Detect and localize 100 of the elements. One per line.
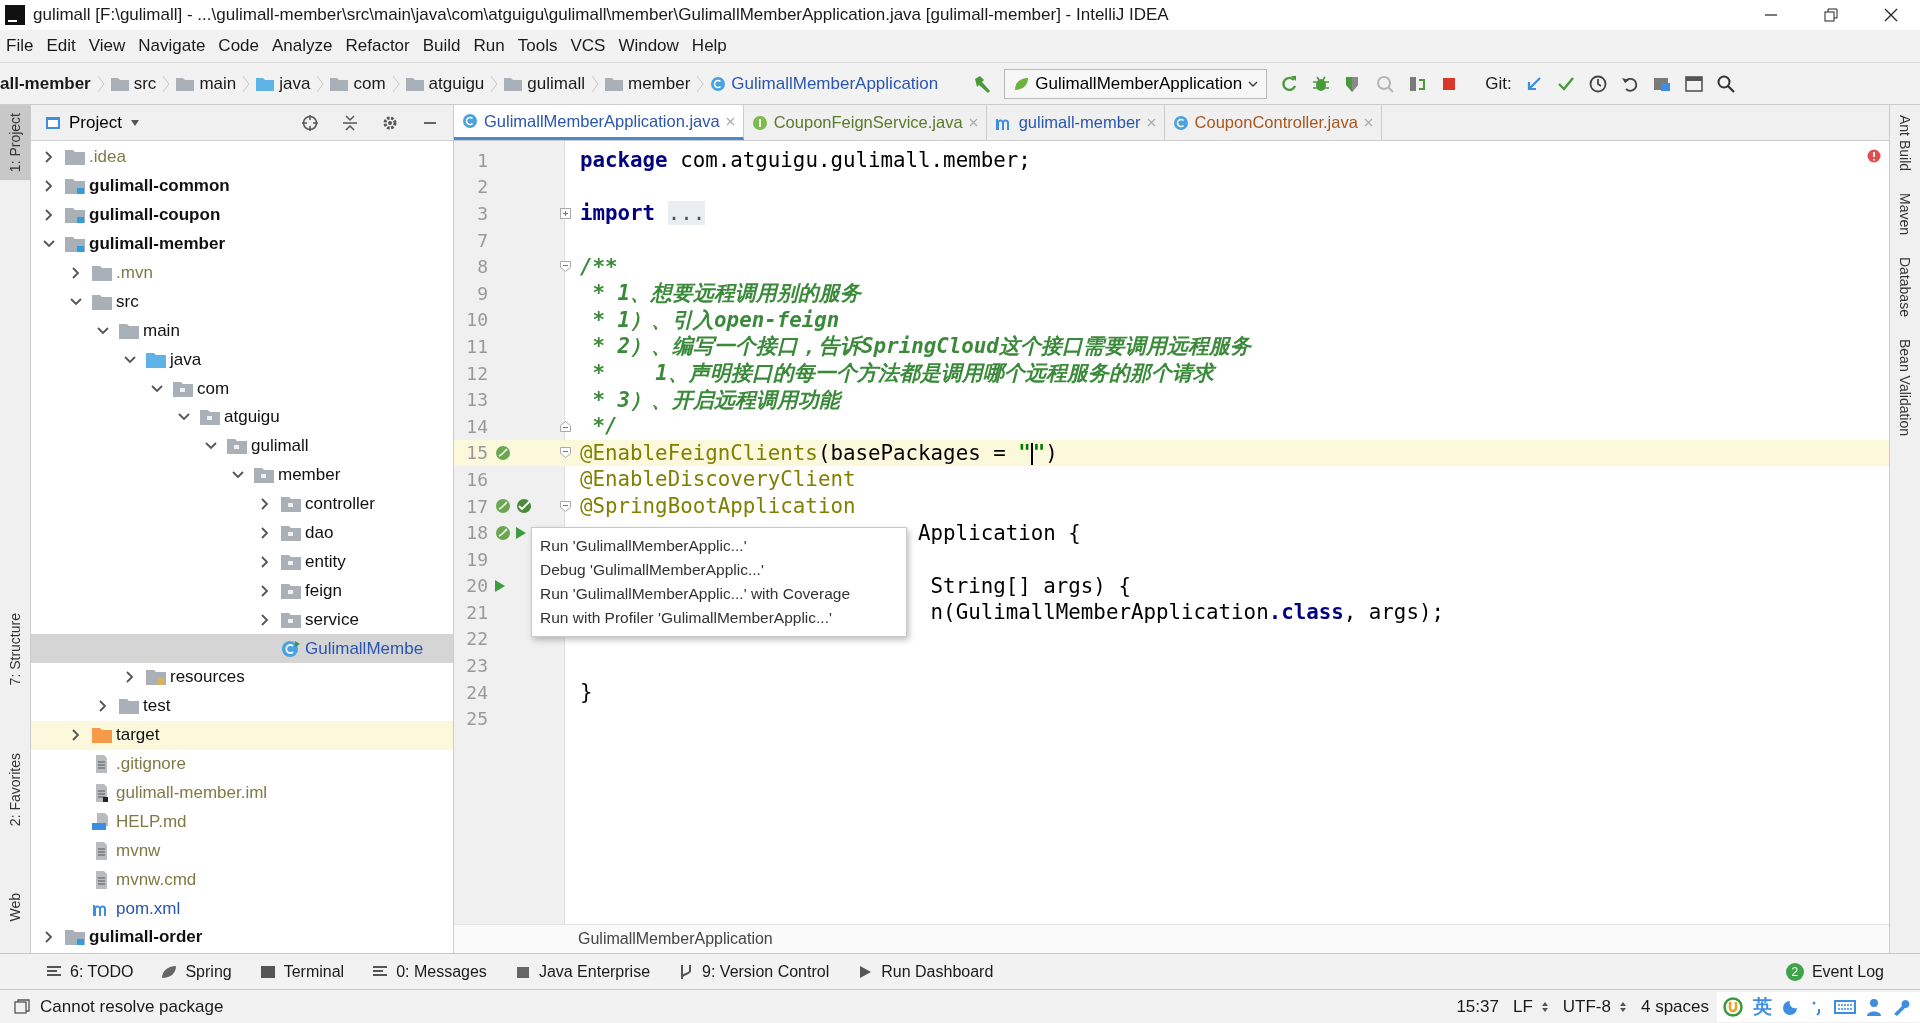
tool-window-button[interactable]: Maven xyxy=(1897,193,1913,236)
tree-item[interactable]: .mvn xyxy=(31,258,453,288)
run-configuration-dropdown[interactable]: GulimallMemberApplication xyxy=(1004,68,1268,99)
editor-tab[interactable]: gulimall-member xyxy=(986,105,1165,140)
restore-icon[interactable] xyxy=(1824,8,1838,22)
tool-window-button[interactable]: Terminal xyxy=(259,962,345,981)
tree-item[interactable]: member xyxy=(31,460,453,490)
tool-window-button[interactable]: Web xyxy=(0,885,30,930)
line-separator-selector[interactable]: LF xyxy=(1512,996,1533,1017)
tool-window-button[interactable]: 2: Favorites xyxy=(0,745,30,835)
tree-item[interactable]: entity xyxy=(31,547,453,577)
editor-tab[interactable]: GulimallMemberApplication.java xyxy=(454,105,744,140)
editor-breadcrumb[interactable]: GulimallMemberApplication xyxy=(578,930,773,948)
menu-item[interactable]: Refactor xyxy=(345,36,410,56)
menu-item[interactable]: Run 'GulimallMemberApplic...' xyxy=(540,534,906,558)
tree-item[interactable]: service xyxy=(31,605,453,635)
tree-item[interactable]: .idea xyxy=(31,143,453,172)
tree-item[interactable]: gulimall-order xyxy=(31,923,453,952)
breadcrumb-item[interactable]: src xyxy=(110,73,157,94)
menu-item[interactable]: Tools xyxy=(517,36,558,56)
fold-collapse-icon[interactable] xyxy=(559,261,571,273)
tool-window-button[interactable]: 7: Structure xyxy=(0,605,30,694)
menu-item[interactable]: Code xyxy=(218,36,259,56)
breadcrumb-item[interactable]: main xyxy=(176,73,237,94)
tree-item[interactable]: .gitignore xyxy=(31,749,453,779)
tree-item[interactable]: pom.xml xyxy=(31,894,453,924)
ime-logo-icon[interactable] xyxy=(1723,996,1743,1017)
menu-item[interactable]: Analyze xyxy=(272,36,333,56)
menu-item[interactable]: Run with Profiler 'GulimallMemberApplic...' xyxy=(540,606,906,630)
editor-tab[interactable]: CouponFeignService.java xyxy=(743,105,987,140)
tree-item[interactable]: feign xyxy=(31,576,453,606)
tree-item[interactable]: dao xyxy=(31,518,453,548)
collapse-all-icon[interactable] xyxy=(341,113,359,132)
menu-item[interactable]: Run 'GulimallMemberApplic...' with Coverage xyxy=(540,582,906,606)
tool-window-button[interactable]: Bean Validation xyxy=(1897,339,1913,437)
run-icon[interactable] xyxy=(515,525,527,540)
project-view-dropdown[interactable]: Project xyxy=(39,110,146,135)
keyboard-icon[interactable] xyxy=(1834,998,1856,1015)
tree-item[interactable]: java xyxy=(31,345,453,375)
tree-item[interactable]: atguigu xyxy=(31,403,453,432)
hammer-icon[interactable] xyxy=(972,73,993,94)
breadcrumb-item[interactable]: GulimallMemberApplication xyxy=(710,73,939,94)
encoding-selector[interactable]: UTF-8 xyxy=(1562,996,1611,1017)
caret-position[interactable]: 15:37 xyxy=(1456,996,1499,1017)
tree-item[interactable]: main xyxy=(31,316,453,346)
tree-item[interactable]: src xyxy=(31,287,453,317)
search-icon[interactable] xyxy=(1715,73,1736,94)
close-icon[interactable] xyxy=(1884,8,1898,22)
editor-tab[interactable]: CouponController.java xyxy=(1164,105,1382,140)
breadcrumb-item[interactable]: java xyxy=(256,73,311,94)
tree-item[interactable]: test xyxy=(31,691,453,721)
menu-item[interactable]: Run xyxy=(473,36,505,56)
tree-item[interactable]: HELP.md xyxy=(31,807,453,837)
breadcrumb-item[interactable]: member xyxy=(604,73,691,94)
run-icon[interactable] xyxy=(494,578,506,593)
menu-item[interactable]: Window xyxy=(618,36,679,56)
tree-item[interactable]: GulimallMembe xyxy=(31,634,453,664)
tree-item[interactable]: mvnw.cmd xyxy=(31,865,453,895)
tool-window-button[interactable]: Spring xyxy=(161,962,232,981)
tool-window-button[interactable]: 1: Project xyxy=(0,105,30,181)
tree-item[interactable]: gulimall-common xyxy=(31,171,453,201)
menu-item[interactable]: Navigate xyxy=(138,36,206,56)
tool-window-button[interactable]: Database xyxy=(1897,257,1913,317)
tool-window-button[interactable]: 6: TODO xyxy=(46,962,134,981)
tree-item[interactable]: com xyxy=(31,374,453,403)
menu-item[interactable]: Edit xyxy=(46,36,76,56)
fold-end-icon[interactable] xyxy=(559,420,571,432)
fold-expand-icon[interactable] xyxy=(559,208,571,219)
breadcrumb-item[interactable]: all-member xyxy=(0,73,91,94)
tree-item[interactable]: mvnw xyxy=(31,836,453,866)
menu-item[interactable]: File xyxy=(6,36,34,56)
history-icon[interactable] xyxy=(1587,73,1608,94)
tree-item[interactable]: gulimall-member xyxy=(31,229,453,259)
indent-selector[interactable]: 4 spaces xyxy=(1640,996,1709,1017)
menu-item[interactable]: Help xyxy=(691,36,727,56)
fold-collapse-icon[interactable] xyxy=(559,447,571,459)
menu-item[interactable]: Build xyxy=(422,36,461,56)
window-icon[interactable] xyxy=(1683,73,1704,94)
tree-item[interactable]: resources xyxy=(31,663,453,692)
crosshair-icon[interactable] xyxy=(301,113,319,132)
breadcrumb-item[interactable]: atguigu xyxy=(405,73,485,94)
tool-window-button[interactable]: 9: Version Control xyxy=(678,962,830,981)
event-log-button[interactable]: 2 Event Log xyxy=(1785,962,1920,981)
menu-item[interactable]: Debug 'GulimallMemberApplic...' xyxy=(540,558,906,582)
breadcrumb-item[interactable]: com xyxy=(330,73,386,94)
tool-window-button[interactable]: Ant Build xyxy=(1897,115,1913,172)
menu-item[interactable]: VCS xyxy=(570,36,606,56)
tree-item[interactable]: gulimall-member.iml xyxy=(31,778,453,808)
tree-item[interactable]: controller xyxy=(31,489,453,519)
tool-window-button[interactable]: 0: Messages xyxy=(372,962,487,981)
wrench-icon[interactable] xyxy=(1892,997,1910,1016)
status-icon[interactable] xyxy=(14,998,30,1015)
fold-collapse-icon[interactable] xyxy=(559,500,571,512)
tool-window-button[interactable]: Run Dashboard xyxy=(857,962,994,981)
breadcrumb-item[interactable]: gulimall xyxy=(504,73,585,94)
user-icon[interactable] xyxy=(1866,997,1882,1016)
tool-window-button[interactable]: Java Enterprise xyxy=(514,962,651,981)
tree-item[interactable]: gulimall-coupon xyxy=(31,200,453,230)
tree-item[interactable]: gulimall xyxy=(31,431,453,461)
menu-item[interactable]: View xyxy=(88,36,126,56)
